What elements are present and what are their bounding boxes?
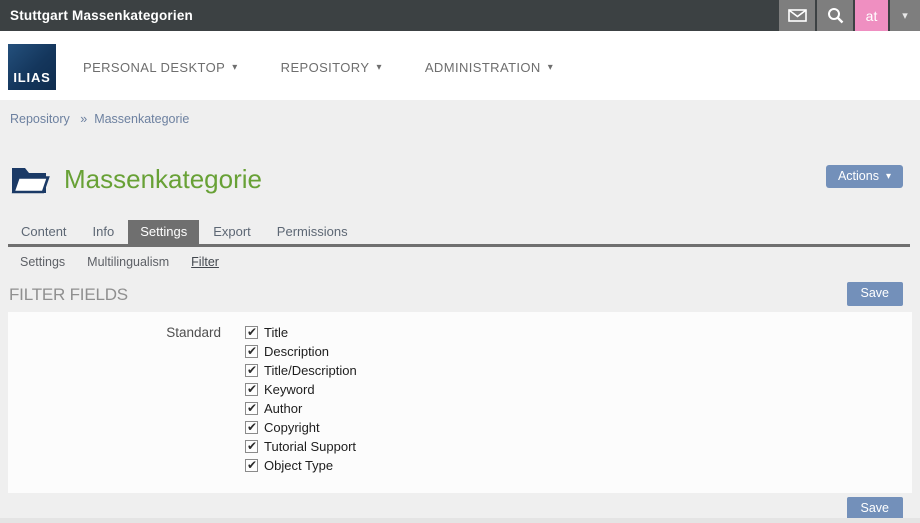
checkbox[interactable]: ✔ [245,459,258,472]
checkbox-label[interactable]: Copyright [264,420,320,435]
chevron-down-icon: ▾ [885,170,891,182]
checkmark-icon: ✔ [247,420,258,434]
breadcrumb-link[interactable]: Repository [10,112,70,126]
page-title: Massenkategorie [64,164,262,194]
standard-field-label: Standard [166,325,221,340]
checkbox[interactable]: ✔ [245,402,258,415]
filter-option-row: ✔ Object Type [245,456,357,475]
checkbox-label[interactable]: Title/Description [264,363,357,378]
mail-icon [787,9,807,22]
tab[interactable]: Info [81,220,127,244]
checkbox-label[interactable]: Title [264,325,288,340]
section-title: FILTER FIELDS [9,285,128,304]
chevron-down-icon: ▾ [902,10,908,22]
checkbox[interactable]: ✔ [245,364,258,377]
subtab-bar: Settings Multilingualism Filter [8,247,912,269]
mail-button[interactable] [779,0,815,31]
checkbox-label[interactable]: Object Type [264,458,333,473]
main-menu-item[interactable]: ADMINISTRATION ▾ [425,60,553,75]
ilias-logo[interactable]: ILIAS [8,43,56,90]
filter-option-row: ✔ Title/Description [245,361,357,380]
filter-option-row: ✔ Tutorial Support [245,437,357,456]
tab-bar: Content Info Settings Export Permissions [8,220,910,247]
filter-fields-form: Standard ✔ Title ✔ Description ✔ Title/D… [8,312,912,493]
footer-strip [0,518,920,523]
checkmark-icon: ✔ [247,344,258,358]
checkbox[interactable]: ✔ [245,383,258,396]
filter-option-row: ✔ Title [245,323,357,342]
subtab[interactable]: Multilingualism [76,255,180,269]
checkbox-label[interactable]: Description [264,344,329,359]
breadcrumb-link[interactable]: Massenkategorie [94,112,189,126]
breadcrumb-separator: » [80,112,88,126]
breadcrumb: Repository » Massenkategorie [0,100,920,126]
top-bar: Stuttgart Massenkategorien at ▾ [0,0,920,31]
checkmark-icon: ✔ [247,325,258,339]
checkmark-icon: ✔ [247,439,258,453]
checkbox[interactable]: ✔ [245,440,258,453]
chevron-down-icon: ▾ [232,62,238,73]
section-header: FILTER FIELDS Save [0,282,920,309]
main-menu-item[interactable]: REPOSITORY ▾ [281,60,382,75]
tab[interactable]: Export [201,220,263,244]
actions-button[interactable]: Actions ▾ [825,165,903,188]
tab[interactable]: Settings [128,220,200,244]
checkbox-label[interactable]: Tutorial Support [264,439,356,454]
page-header: Massenkategorie Actions ▾ [8,164,912,196]
tab[interactable]: Content [9,220,79,244]
filter-options-list: ✔ Title ✔ Description ✔ Title/Descriptio… [245,323,357,475]
checkmark-icon: ✔ [247,458,258,472]
chevron-down-icon: ▾ [547,62,554,73]
search-icon [827,7,844,24]
category-folder-icon [10,165,50,194]
subtab[interactable]: Settings [9,255,76,269]
checkbox[interactable]: ✔ [245,326,258,339]
main-menu-item[interactable]: PERSONAL DESKTOP ▾ [83,60,238,75]
checkmark-icon: ✔ [247,401,258,415]
user-avatar[interactable]: at [855,0,888,31]
topbar-actions: at ▾ [777,0,920,31]
user-menu-button[interactable]: ▾ [890,0,920,31]
main-menu: PERSONAL DESKTOP ▾ REPOSITORY ▾ ADMINIST… [83,60,553,75]
save-button-top[interactable]: Save [846,282,903,306]
filter-option-row: ✔ Copyright [245,418,357,437]
filter-option-row: ✔ Keyword [245,380,357,399]
search-button[interactable] [817,0,853,31]
checkmark-icon: ✔ [247,382,258,396]
main-navbar: ILIAS PERSONAL DESKTOP ▾ REPOSITORY ▾ AD… [0,31,920,100]
checkbox[interactable]: ✔ [245,421,258,434]
chevron-down-icon: ▾ [376,62,382,73]
installation-title: Stuttgart Massenkategorien [10,8,193,23]
filter-option-row: ✔ Author [245,399,357,418]
ilias-app-window: Stuttgart Massenkategorien at ▾ ILIAS PE… [0,0,920,523]
subtab[interactable]: Filter [180,255,230,269]
checkmark-icon: ✔ [247,363,258,377]
checkbox[interactable]: ✔ [245,345,258,358]
checkbox-label[interactable]: Author [264,401,302,416]
checkbox-label[interactable]: Keyword [264,382,315,397]
tab[interactable]: Permissions [265,220,360,244]
filter-option-row: ✔ Description [245,342,357,361]
